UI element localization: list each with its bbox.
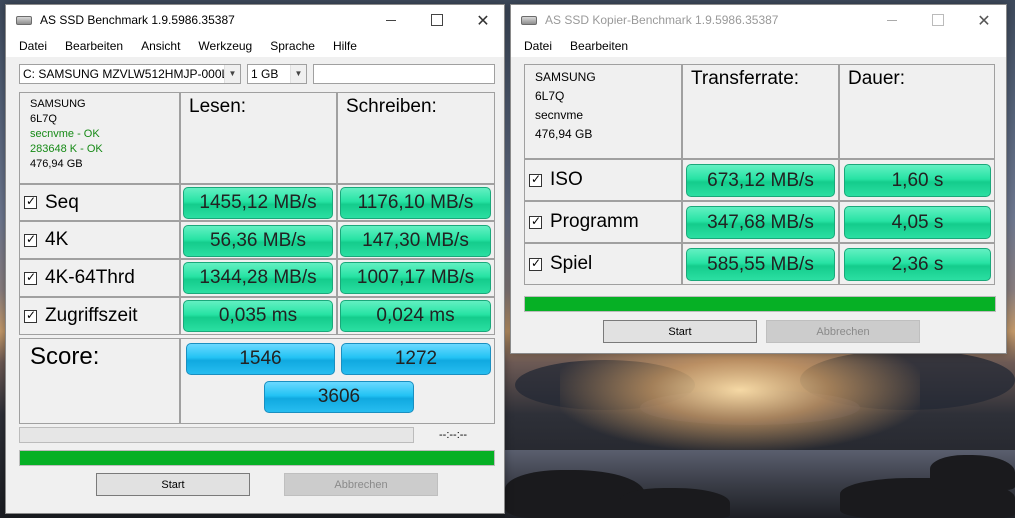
score-total-value: 3606 xyxy=(264,381,414,413)
copy-benchmark-window: AS SSD Kopier-Benchmark 1.9.5986.35387 ✕… xyxy=(510,4,1007,354)
menu-sprache[interactable]: Sprache xyxy=(261,35,324,57)
duration-column-header: Dauer: xyxy=(839,64,995,159)
checkbox-icon[interactable] xyxy=(24,270,37,285)
overall-progress-bar xyxy=(19,450,495,466)
read-column-header: Lesen: xyxy=(180,92,337,184)
overall-progress-fill xyxy=(525,297,995,311)
chevron-down-icon: ▼ xyxy=(290,65,306,83)
checkbox-icon[interactable] xyxy=(24,232,37,247)
seq-read-value: 1455,12 MB/s xyxy=(183,187,333,219)
close-button[interactable]: ✕ xyxy=(961,5,1007,35)
menu-bearbeiten[interactable]: Bearbeiten xyxy=(561,35,637,57)
drive-app-icon xyxy=(16,16,32,25)
start-button[interactable]: Start xyxy=(96,473,250,496)
drive-info-panel: SAMSUNG 6L7Q secnvme - OK 283648 K - OK … xyxy=(19,92,180,184)
menu-datei[interactable]: Datei xyxy=(10,35,56,57)
size-select[interactable]: 1 GB ▼ xyxy=(247,64,307,84)
4k-read-value: 56,36 MB/s xyxy=(183,225,333,257)
close-button[interactable]: ✕ xyxy=(460,5,506,35)
drive-capacity: 476,94 GB xyxy=(535,127,593,141)
row-programm[interactable]: Programm xyxy=(524,201,682,243)
drive-vendor: SAMSUNG xyxy=(30,98,86,110)
4k64-read-value: 1344,28 MB/s xyxy=(183,262,333,294)
checkbox-icon[interactable] xyxy=(529,214,542,229)
abort-button[interactable]: Abbrechen xyxy=(284,473,438,496)
access-write-value: 0,024 ms xyxy=(340,300,491,332)
row-4k[interactable]: 4K xyxy=(19,221,180,259)
overall-progress-bar xyxy=(524,296,996,312)
checkbox-icon[interactable] xyxy=(529,256,542,271)
iso-time-value: 1,60 s xyxy=(844,164,991,197)
row-label: Zugriffszeit xyxy=(45,305,138,326)
filter-input[interactable] xyxy=(313,64,495,84)
spiel-time-value: 2,36 s xyxy=(844,248,991,281)
size-select-value: 1 GB xyxy=(251,67,279,81)
programm-time-value: 4,05 s xyxy=(844,206,991,239)
row-spiel[interactable]: Spiel xyxy=(524,243,682,285)
spiel-rate-value: 585,55 MB/s xyxy=(686,248,835,281)
chevron-down-icon: ▼ xyxy=(224,65,240,83)
menu-werkzeug[interactable]: Werkzeug xyxy=(189,35,261,57)
4k64-write-value: 1007,17 MB/s xyxy=(340,262,491,294)
score-write-value: 1272 xyxy=(341,343,491,375)
row-label: 4K xyxy=(45,229,69,250)
score-label: Score: xyxy=(30,343,100,370)
menu-datei[interactable]: Datei xyxy=(515,35,561,57)
drive-capacity: 476,94 GB xyxy=(30,158,83,170)
menu-ansicht[interactable]: Ansicht xyxy=(132,35,189,57)
start-button[interactable]: Start xyxy=(603,320,757,343)
programm-rate-value: 347,68 MB/s xyxy=(686,206,835,239)
abort-button[interactable]: Abbrechen xyxy=(766,320,920,343)
row-label: Programm xyxy=(550,211,639,232)
row-label: ISO xyxy=(550,169,583,190)
menu-hilfe[interactable]: Hilfe xyxy=(324,35,366,57)
minimize-button[interactable] xyxy=(368,5,414,35)
maximize-button[interactable] xyxy=(915,5,961,35)
row-4k-64thrd[interactable]: 4K-64Thrd xyxy=(19,259,180,297)
title-bar[interactable]: AS SSD Kopier-Benchmark 1.9.5986.35387 ✕ xyxy=(511,5,1006,35)
score-read-value: 1546 xyxy=(186,343,335,375)
row-seq[interactable]: Seq xyxy=(19,184,180,221)
driver-name: secnvme xyxy=(535,108,584,122)
menu-bar: Datei Bearbeiten xyxy=(511,35,1006,57)
iso-rate-value: 673,12 MB/s xyxy=(686,164,835,197)
menu-bar: Datei Bearbeiten Ansicht Werkzeug Sprach… xyxy=(6,35,504,57)
benchmark-window: AS SSD Benchmark 1.9.5986.35387 ✕ Datei … xyxy=(5,4,505,514)
drive-vendor: SAMSUNG xyxy=(535,70,596,84)
score-label-cell: Score: xyxy=(19,338,180,424)
transfer-rate-column-header: Transferrate: xyxy=(682,64,839,159)
driver-status: secnvme - OK xyxy=(30,128,100,140)
row-label: Spiel xyxy=(550,253,593,274)
write-column-header: Schreiben: xyxy=(337,92,495,184)
4k-write-value: 147,30 MB/s xyxy=(340,225,491,257)
maximize-button[interactable] xyxy=(414,5,460,35)
row-label: Seq xyxy=(45,191,79,213)
checkbox-icon[interactable] xyxy=(24,194,37,209)
row-zugriffszeit[interactable]: Zugriffszeit xyxy=(19,297,180,335)
drive-select[interactable]: C: SAMSUNG MZVLW512HMJP-000L7 ▼ xyxy=(19,64,241,84)
drive-select-value: C: SAMSUNG MZVLW512HMJP-000L7 xyxy=(23,67,235,81)
checkbox-icon[interactable] xyxy=(529,172,542,187)
row-label: 4K-64Thrd xyxy=(45,267,135,288)
window-title: AS SSD Kopier-Benchmark 1.9.5986.35387 xyxy=(545,13,779,27)
elapsed-time: --:--:-- xyxy=(439,429,468,441)
row-iso[interactable]: ISO xyxy=(524,159,682,201)
access-read-value: 0,035 ms xyxy=(183,300,333,332)
window-title: AS SSD Benchmark 1.9.5986.35387 xyxy=(40,13,235,27)
overall-progress-fill xyxy=(20,451,494,465)
drive-firmware: 6L7Q xyxy=(535,89,565,103)
drive-app-icon xyxy=(521,16,537,25)
alignment-status: 283648 K - OK xyxy=(30,143,103,155)
checkbox-icon[interactable] xyxy=(24,308,37,323)
menu-bearbeiten[interactable]: Bearbeiten xyxy=(56,35,132,57)
minimize-button[interactable] xyxy=(869,5,915,35)
drive-firmware: 6L7Q xyxy=(30,113,57,125)
title-bar[interactable]: AS SSD Benchmark 1.9.5986.35387 ✕ xyxy=(6,5,504,35)
drive-info-panel: SAMSUNG 6L7Q secnvme 476,94 GB xyxy=(524,64,682,159)
task-progress-bar xyxy=(19,427,414,443)
seq-write-value: 1176,10 MB/s xyxy=(340,187,491,219)
